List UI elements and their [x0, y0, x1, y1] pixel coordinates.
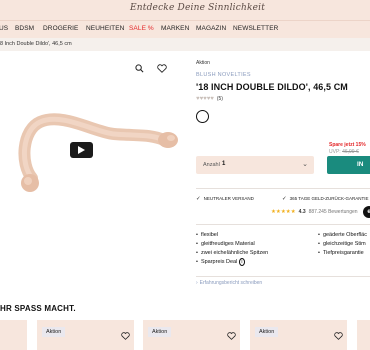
write-review-link[interactable]: › Erfahrungsbericht schreiben	[196, 280, 262, 286]
product-card[interactable]: Aktion	[250, 320, 347, 350]
chevron-right-icon: ›	[196, 280, 198, 286]
uvp-label: UVP:	[329, 149, 341, 155]
feature-item: • gleitfreudiges Material	[196, 241, 255, 247]
aktion-badge: Aktion	[255, 327, 279, 337]
divider	[196, 224, 370, 225]
heart-icon[interactable]	[157, 63, 167, 73]
check-icon: ✓	[282, 196, 287, 202]
add-to-cart-button[interactable]: IN	[327, 156, 370, 174]
nav-item-newsletter[interactable]: NEWSLETTER	[233, 25, 278, 32]
usp-shipping: ✓ NEUTRALER VERSAND	[196, 196, 254, 202]
chevron-down-icon: ⌄	[302, 161, 308, 168]
trust-reviews: 887.245 Bewertungen	[308, 209, 358, 215]
feature-item: • flexibel	[196, 232, 219, 238]
slogan-logo[interactable]: Entdecke Deine Sinnlichkeit	[130, 3, 265, 13]
rating-count: (5)	[216, 96, 223, 102]
uvp-price: UVP: 46,99 €	[329, 149, 359, 155]
uvp-price-value: 46,99 €	[342, 149, 359, 155]
color-variant-swatch[interactable]	[196, 110, 209, 123]
rating-stars: ★★★★★	[271, 209, 296, 215]
nav-item-bdsm[interactable]: BDSM	[15, 25, 34, 32]
play-icon[interactable]	[70, 142, 93, 158]
quantity-select[interactable]: Anzahl 1 ⌄	[196, 156, 314, 174]
heart-icon[interactable]	[334, 327, 343, 345]
feature-item: • gleichzeitige Stim	[318, 241, 366, 247]
aktion-badge: Aktion	[148, 327, 172, 337]
product-image[interactable]	[14, 100, 182, 200]
trusted-shops-rating[interactable]: ★★★★★ 4.3 887.245 Bewertungen	[271, 209, 358, 215]
aktion-badge: Aktion	[42, 327, 66, 337]
quantity-value: 1	[222, 161, 226, 167]
recommendations-title: HR SPASS MACHT.	[0, 304, 76, 313]
quantity-label: Anzahl	[203, 162, 220, 168]
nav-item-sale[interactable]: SALE %	[129, 25, 154, 32]
nav-item-magazin[interactable]: MAGAZIN	[196, 25, 226, 32]
main-nav: US BDSM DROGERIE NEUHEITEN SALE % MARKEN…	[0, 20, 370, 38]
top-bar: Entdecke Deine Sinnlichkeit	[0, 0, 370, 20]
trust-score: 4.3	[298, 209, 306, 215]
promo-text: Spare jetzt 15%	[329, 142, 366, 148]
usp-returns: ✓ 365 TAGE GELD-ZURÜCK-GARANTIE	[282, 196, 369, 202]
divider	[196, 276, 370, 277]
breadcrumb: 8 Inch Double Dildo', 46,5 cm	[0, 38, 370, 51]
feature-item: • zwei eichelähnliche Spitzen	[196, 250, 269, 256]
product-card[interactable]	[357, 320, 370, 350]
aktion-label: Aktion	[196, 60, 210, 66]
nav-item-drogerie[interactable]: DROGERIE	[43, 25, 78, 32]
check-icon: ✓	[196, 196, 201, 202]
feature-item: • geäderte Oberfläc	[318, 232, 367, 238]
product-rating[interactable]: ♥♥♥♥♥ (5)	[196, 96, 223, 102]
brand-link[interactable]: BLUSH NOVELTIES	[196, 72, 251, 78]
search-icon[interactable]	[134, 63, 144, 73]
heart-icon[interactable]	[121, 327, 130, 345]
heart-icon[interactable]	[227, 327, 236, 345]
rating-hearts: ♥♥♥♥♥	[196, 96, 214, 102]
product-card[interactable]: Aktion	[37, 320, 134, 350]
nav-item-neuheiten[interactable]: NEUHEITEN	[86, 25, 124, 32]
feature-item: • Tiefpreisgarantie	[318, 250, 364, 256]
add-to-cart-label: IN	[357, 161, 364, 168]
nav-item-us[interactable]: US	[0, 25, 8, 32]
nav-item-marken[interactable]: MARKEN	[161, 25, 189, 32]
divider	[196, 188, 370, 189]
product-card[interactable]: Aktion	[143, 320, 240, 350]
trusted-shops-badge[interactable]: e	[363, 206, 370, 218]
feature-item: • Sparpreis Deal i	[196, 258, 245, 266]
product-card[interactable]	[0, 320, 27, 350]
product-title: '18 INCH DOUBLE DILDO', 46,5 CM	[196, 82, 348, 92]
breadcrumb-current[interactable]: 8 Inch Double Dildo', 46,5 cm	[0, 41, 72, 47]
info-icon[interactable]: i	[238, 258, 245, 266]
